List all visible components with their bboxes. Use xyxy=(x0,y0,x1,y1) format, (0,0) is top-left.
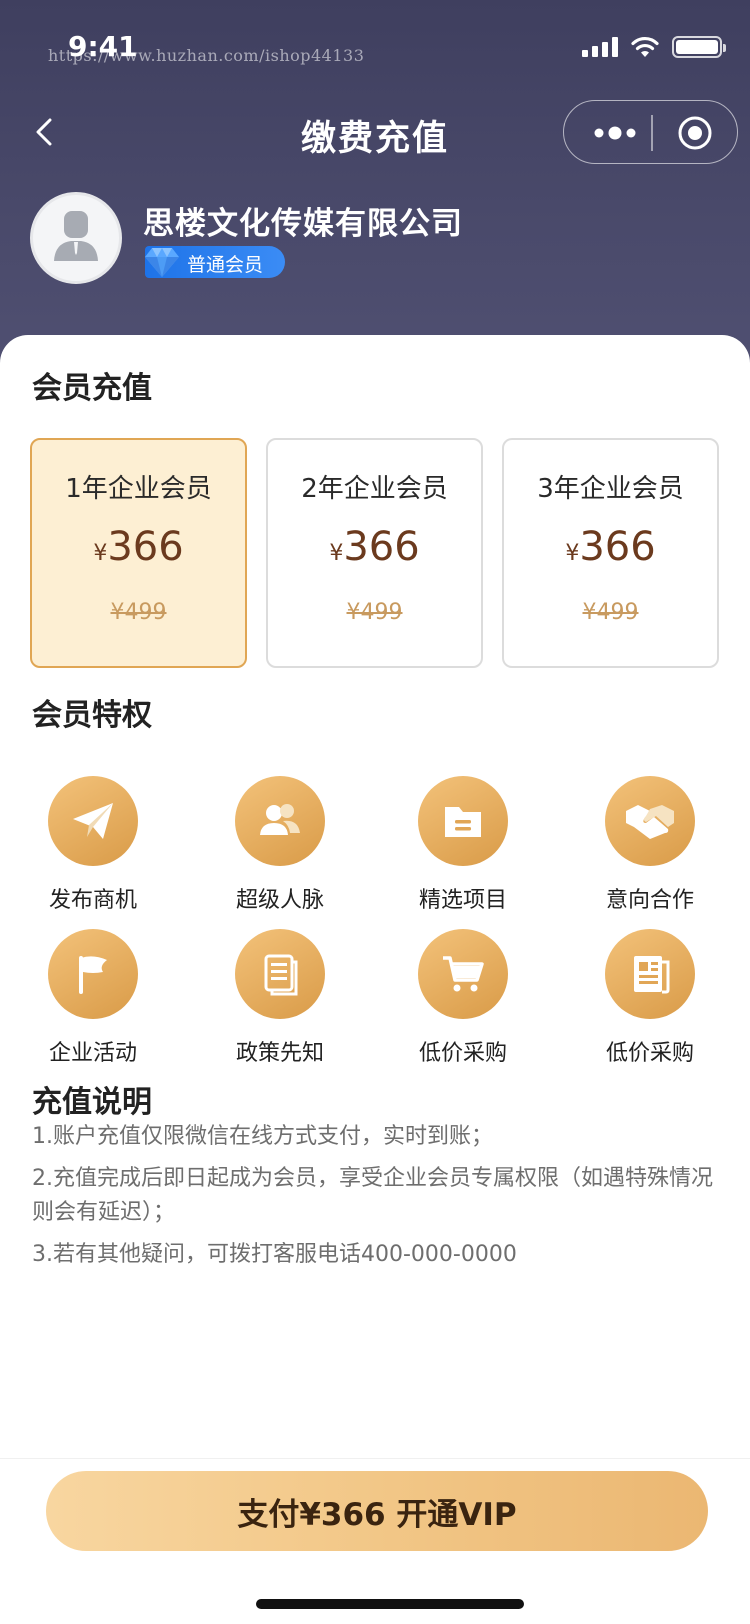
plan-name: 2年企业会员 xyxy=(301,474,448,504)
membership-level: 普通会员 xyxy=(187,254,264,276)
membership-badge: 普通会员 xyxy=(145,246,285,278)
handshake-icon xyxy=(626,805,674,839)
plan-price: ¥366 xyxy=(93,524,184,570)
plan-price: ¥366 xyxy=(565,524,656,570)
perk-company-events[interactable]: 企业活动 xyxy=(28,929,158,1067)
diamond-icon xyxy=(145,248,179,277)
plan-price: ¥366 xyxy=(329,524,420,570)
content-card: 会员充值 1年企业会员 ¥366 ¥499 2年企业会员 ¥366 ¥499 3… xyxy=(0,335,750,1455)
mini-program-capsule xyxy=(563,100,738,164)
plan-original-price: ¥499 xyxy=(110,600,167,625)
perk-low-price-purchase[interactable]: 低价采购 xyxy=(398,929,528,1067)
home-indicator xyxy=(256,1599,524,1609)
note-line: 3.若有其他疑问，可拨打客服电话400-000-0000 xyxy=(32,1242,517,1267)
perk-selected-projects[interactable]: 精选项目 xyxy=(398,776,528,914)
perk-label: 企业活动 xyxy=(48,1041,137,1066)
note-line: 2.充值完成后即日起成为会员，享受企业会员专属权限（如遇特殊情况则会有延迟）； xyxy=(32,1166,713,1225)
plan-card-2-year[interactable]: 2年企业会员 ¥366 ¥499 xyxy=(266,438,483,668)
perk-label: 意向合作 xyxy=(605,888,694,913)
notes-section-title: 充值说明 xyxy=(32,1085,152,1120)
pay-vip-button[interactable]: 支付¥366 开通VIP xyxy=(46,1471,708,1551)
user-silhouette-icon xyxy=(54,211,98,261)
perk-policy-insight[interactable]: 政策先知 xyxy=(215,929,345,1067)
close-program-icon[interactable] xyxy=(677,115,713,151)
perk-label: 政策先知 xyxy=(235,1041,324,1066)
perks-section-title: 会员特权 xyxy=(32,698,152,733)
more-icon[interactable] xyxy=(592,123,638,143)
newspaper-icon xyxy=(634,956,670,994)
status-bar: 9:41 https://www.huzhan.com/ishop44133 xyxy=(0,0,750,90)
document-icon xyxy=(264,954,298,996)
recharge-section-title: 会员充值 xyxy=(32,371,152,406)
plan-original-price: ¥499 xyxy=(582,600,639,625)
plan-card-3-year[interactable]: 3年企业会员 ¥366 ¥499 xyxy=(502,438,719,668)
perk-super-network[interactable]: 超级人脉 xyxy=(215,776,345,914)
recharge-notes: 1.账户充值仅限微信在线方式支付，实时到账； 2.充值完成后即日起成为会员，享受… xyxy=(32,1120,722,1280)
perk-cooperation[interactable]: 意向合作 xyxy=(585,776,715,914)
contacts-icon xyxy=(260,804,300,835)
perk-low-price-purchase-2[interactable]: 低价采购 xyxy=(585,929,715,1067)
perk-label: 超级人脉 xyxy=(235,888,324,913)
bottom-bar: 支付¥366 开通VIP xyxy=(0,1458,750,1624)
note-line: 1.账户充值仅限微信在线方式支付，实时到账； xyxy=(32,1124,493,1149)
paper-plane-icon xyxy=(73,803,113,839)
cart-icon xyxy=(443,956,484,992)
plan-name: 1年企业会员 xyxy=(65,474,212,504)
capsule-divider xyxy=(651,115,653,151)
battery-icon xyxy=(672,36,726,58)
avatar[interactable] xyxy=(30,192,122,284)
plan-card-1-year[interactable]: 1年企业会员 ¥366 ¥499 xyxy=(30,438,247,668)
plan-name: 3年企业会员 xyxy=(537,474,684,504)
wifi-icon xyxy=(631,36,659,57)
perk-label: 精选项目 xyxy=(418,888,507,913)
perk-label: 发布商机 xyxy=(48,888,137,913)
plan-original-price: ¥499 xyxy=(346,600,403,625)
perk-publish-opportunity[interactable]: 发布商机 xyxy=(28,776,158,914)
perk-label: 低价采购 xyxy=(418,1041,507,1066)
company-name: 思楼文化传媒有限公司 xyxy=(143,206,463,242)
flag-icon xyxy=(79,956,107,994)
status-icons xyxy=(582,36,726,58)
watermark: https://www.huzhan.com/ishop44133 xyxy=(48,46,365,65)
cellular-signal-icon xyxy=(582,37,618,57)
perk-label: 低价采购 xyxy=(605,1041,694,1066)
folder-icon xyxy=(445,807,481,837)
